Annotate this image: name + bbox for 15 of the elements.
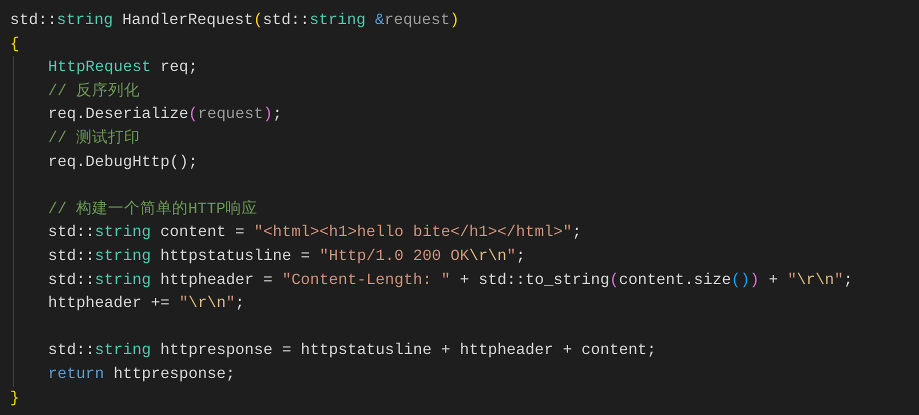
code-line: } [10,388,20,408]
code-line: // 构建一个简单的HTTP响应 [48,198,258,220]
code-line: std::string httpresponse = httpstatusline + httpheader + content; [48,340,656,362]
code-line: HttpRequest req; [48,57,198,78]
code-line: std::string HandlerRequest(std::string &request) [10,10,460,31]
code-line: // 反序列化 [48,80,140,102]
code-line: req.Deserialize(request); [48,104,282,126]
code-line: std::string httpstatusline = "Http/1.0 200 OK\r\n"; [48,246,526,267]
code-line: std::string httpheader = "Content-Length: " + std::to_string(content.size()) + "\r\n"; [48,270,853,291]
code-line: req.DebugHttp(); [48,152,198,173]
code-line: // 测试打印 [48,128,140,149]
code-line: httpheader += "\r\n"; [48,293,245,314]
code-line: { [10,34,20,55]
code-line: std::string content = "<html><h1>hello bite</h1></html>"; [48,222,582,244]
code-line: return httpresponse; [48,364,236,385]
